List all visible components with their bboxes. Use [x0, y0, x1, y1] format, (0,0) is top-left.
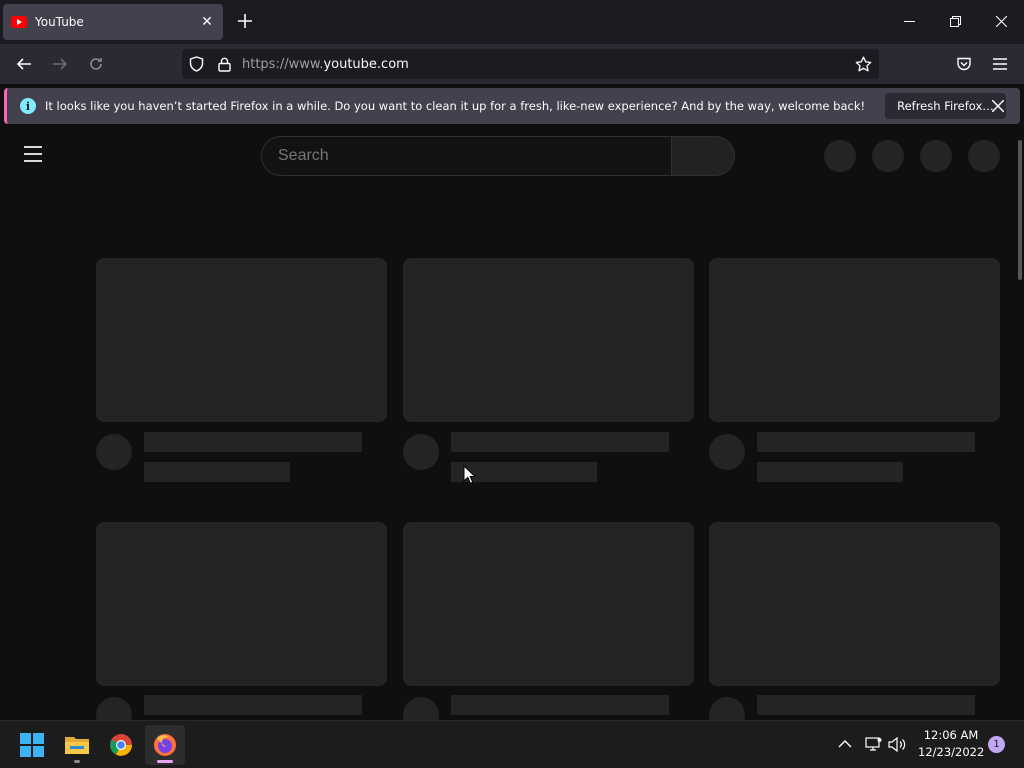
back-button[interactable] [10, 50, 38, 78]
plus-icon [238, 14, 252, 28]
video-thumbnail-skeleton[interactable] [709, 258, 1000, 422]
chrome-icon [110, 734, 132, 756]
channel-avatar-skeleton [403, 697, 439, 720]
back-arrow-icon [16, 58, 31, 70]
tab-youtube[interactable]: YouTube ✕ [3, 4, 223, 40]
forward-arrow-icon [53, 58, 68, 70]
app-menu-button[interactable] [986, 50, 1014, 78]
video-thumbnail-skeleton[interactable] [403, 522, 694, 686]
video-title-skeleton [451, 695, 669, 715]
video-meta-skeleton [144, 462, 290, 482]
video-thumbnail-skeleton[interactable] [96, 522, 387, 686]
chevron-up-icon [838, 740, 852, 748]
channel-avatar-skeleton [709, 697, 745, 720]
url-prefix: https://www. [242, 56, 324, 72]
close-icon [992, 100, 1004, 112]
avatar-placeholder[interactable] [968, 140, 1000, 172]
firefox-icon [154, 734, 176, 756]
refresh-firefox-notification: i It looks like you haven’t started Fire… [4, 88, 1020, 124]
minimize-button[interactable] [894, 6, 924, 36]
pocket-icon [957, 57, 971, 71]
video-thumbnail-skeleton[interactable] [709, 522, 1000, 686]
menu-icon [993, 58, 1007, 70]
start-button[interactable] [12, 725, 52, 765]
search-button[interactable] [671, 136, 735, 176]
tab-strip: YouTube ✕ [0, 0, 1024, 44]
shield-icon[interactable] [182, 50, 210, 78]
clock-date: 12/23/2022 [918, 745, 985, 759]
video-thumbnail-skeleton[interactable] [96, 258, 387, 422]
search-box [261, 136, 735, 176]
page-scrollbar[interactable] [1018, 140, 1022, 280]
speaker-icon [888, 736, 906, 752]
url-host: youtube.com [323, 56, 409, 72]
notification-message: It looks like you haven’t started Firefo… [45, 99, 866, 113]
navigation-toolbar: https://www.youtube.com [0, 44, 1024, 84]
network-icon [864, 736, 881, 751]
video-thumbnail-skeleton[interactable] [403, 258, 694, 422]
pocket-button[interactable] [950, 50, 978, 78]
channel-avatar-skeleton [403, 434, 439, 470]
header-button-placeholder[interactable] [920, 140, 952, 172]
network-button[interactable] [862, 733, 884, 755]
reload-icon [90, 58, 102, 70]
video-title-skeleton [144, 432, 362, 452]
volume-button[interactable] [886, 733, 908, 755]
file-explorer-button[interactable] [57, 725, 97, 765]
lock-icon[interactable] [210, 50, 238, 78]
tab-title: YouTube [35, 15, 84, 29]
start-icon [20, 733, 44, 757]
tab-close-icon[interactable]: ✕ [195, 10, 219, 34]
youtube-icon [11, 16, 27, 28]
video-title-skeleton [757, 695, 975, 715]
windows-taskbar: 12:06 AM 12/23/2022 1 [0, 720, 1024, 768]
close-notification-button[interactable] [986, 94, 1010, 118]
video-title-skeleton [451, 432, 669, 452]
header-button-placeholder[interactable] [872, 140, 904, 172]
bookmark-star-icon[interactable] [849, 50, 877, 78]
channel-avatar-skeleton [709, 434, 745, 470]
video-title-skeleton [757, 432, 975, 452]
chrome-button[interactable] [101, 725, 141, 765]
notification-count-badge[interactable]: 1 [988, 736, 1005, 753]
info-icon: i [20, 98, 36, 114]
video-title-skeleton [144, 695, 362, 715]
show-hidden-icons-button[interactable] [834, 733, 856, 755]
file-explorer-icon [65, 737, 89, 754]
channel-avatar-skeleton [96, 697, 132, 720]
header-button-placeholder[interactable] [824, 140, 856, 172]
youtube-page [0, 128, 1024, 720]
close-window-button[interactable] [986, 6, 1016, 36]
guide-menu-button[interactable] [24, 146, 48, 164]
reload-button[interactable] [82, 50, 110, 78]
url-text[interactable]: https://www.youtube.com [242, 57, 849, 72]
url-bar[interactable]: https://www.youtube.com [182, 49, 879, 79]
clock-time: 12:06 AM [923, 728, 979, 742]
channel-avatar-skeleton [96, 434, 132, 470]
restore-icon [949, 15, 961, 27]
firefox-button[interactable] [145, 725, 185, 765]
forward-button[interactable] [46, 50, 74, 78]
restore-button[interactable] [940, 6, 970, 36]
new-tab-button[interactable] [232, 8, 258, 34]
search-input[interactable] [261, 136, 671, 176]
system-clock[interactable]: 12:06 AM 12/23/2022 [918, 727, 984, 761]
close-icon [995, 15, 1007, 27]
video-meta-skeleton [757, 462, 903, 482]
minimize-icon [903, 20, 915, 22]
